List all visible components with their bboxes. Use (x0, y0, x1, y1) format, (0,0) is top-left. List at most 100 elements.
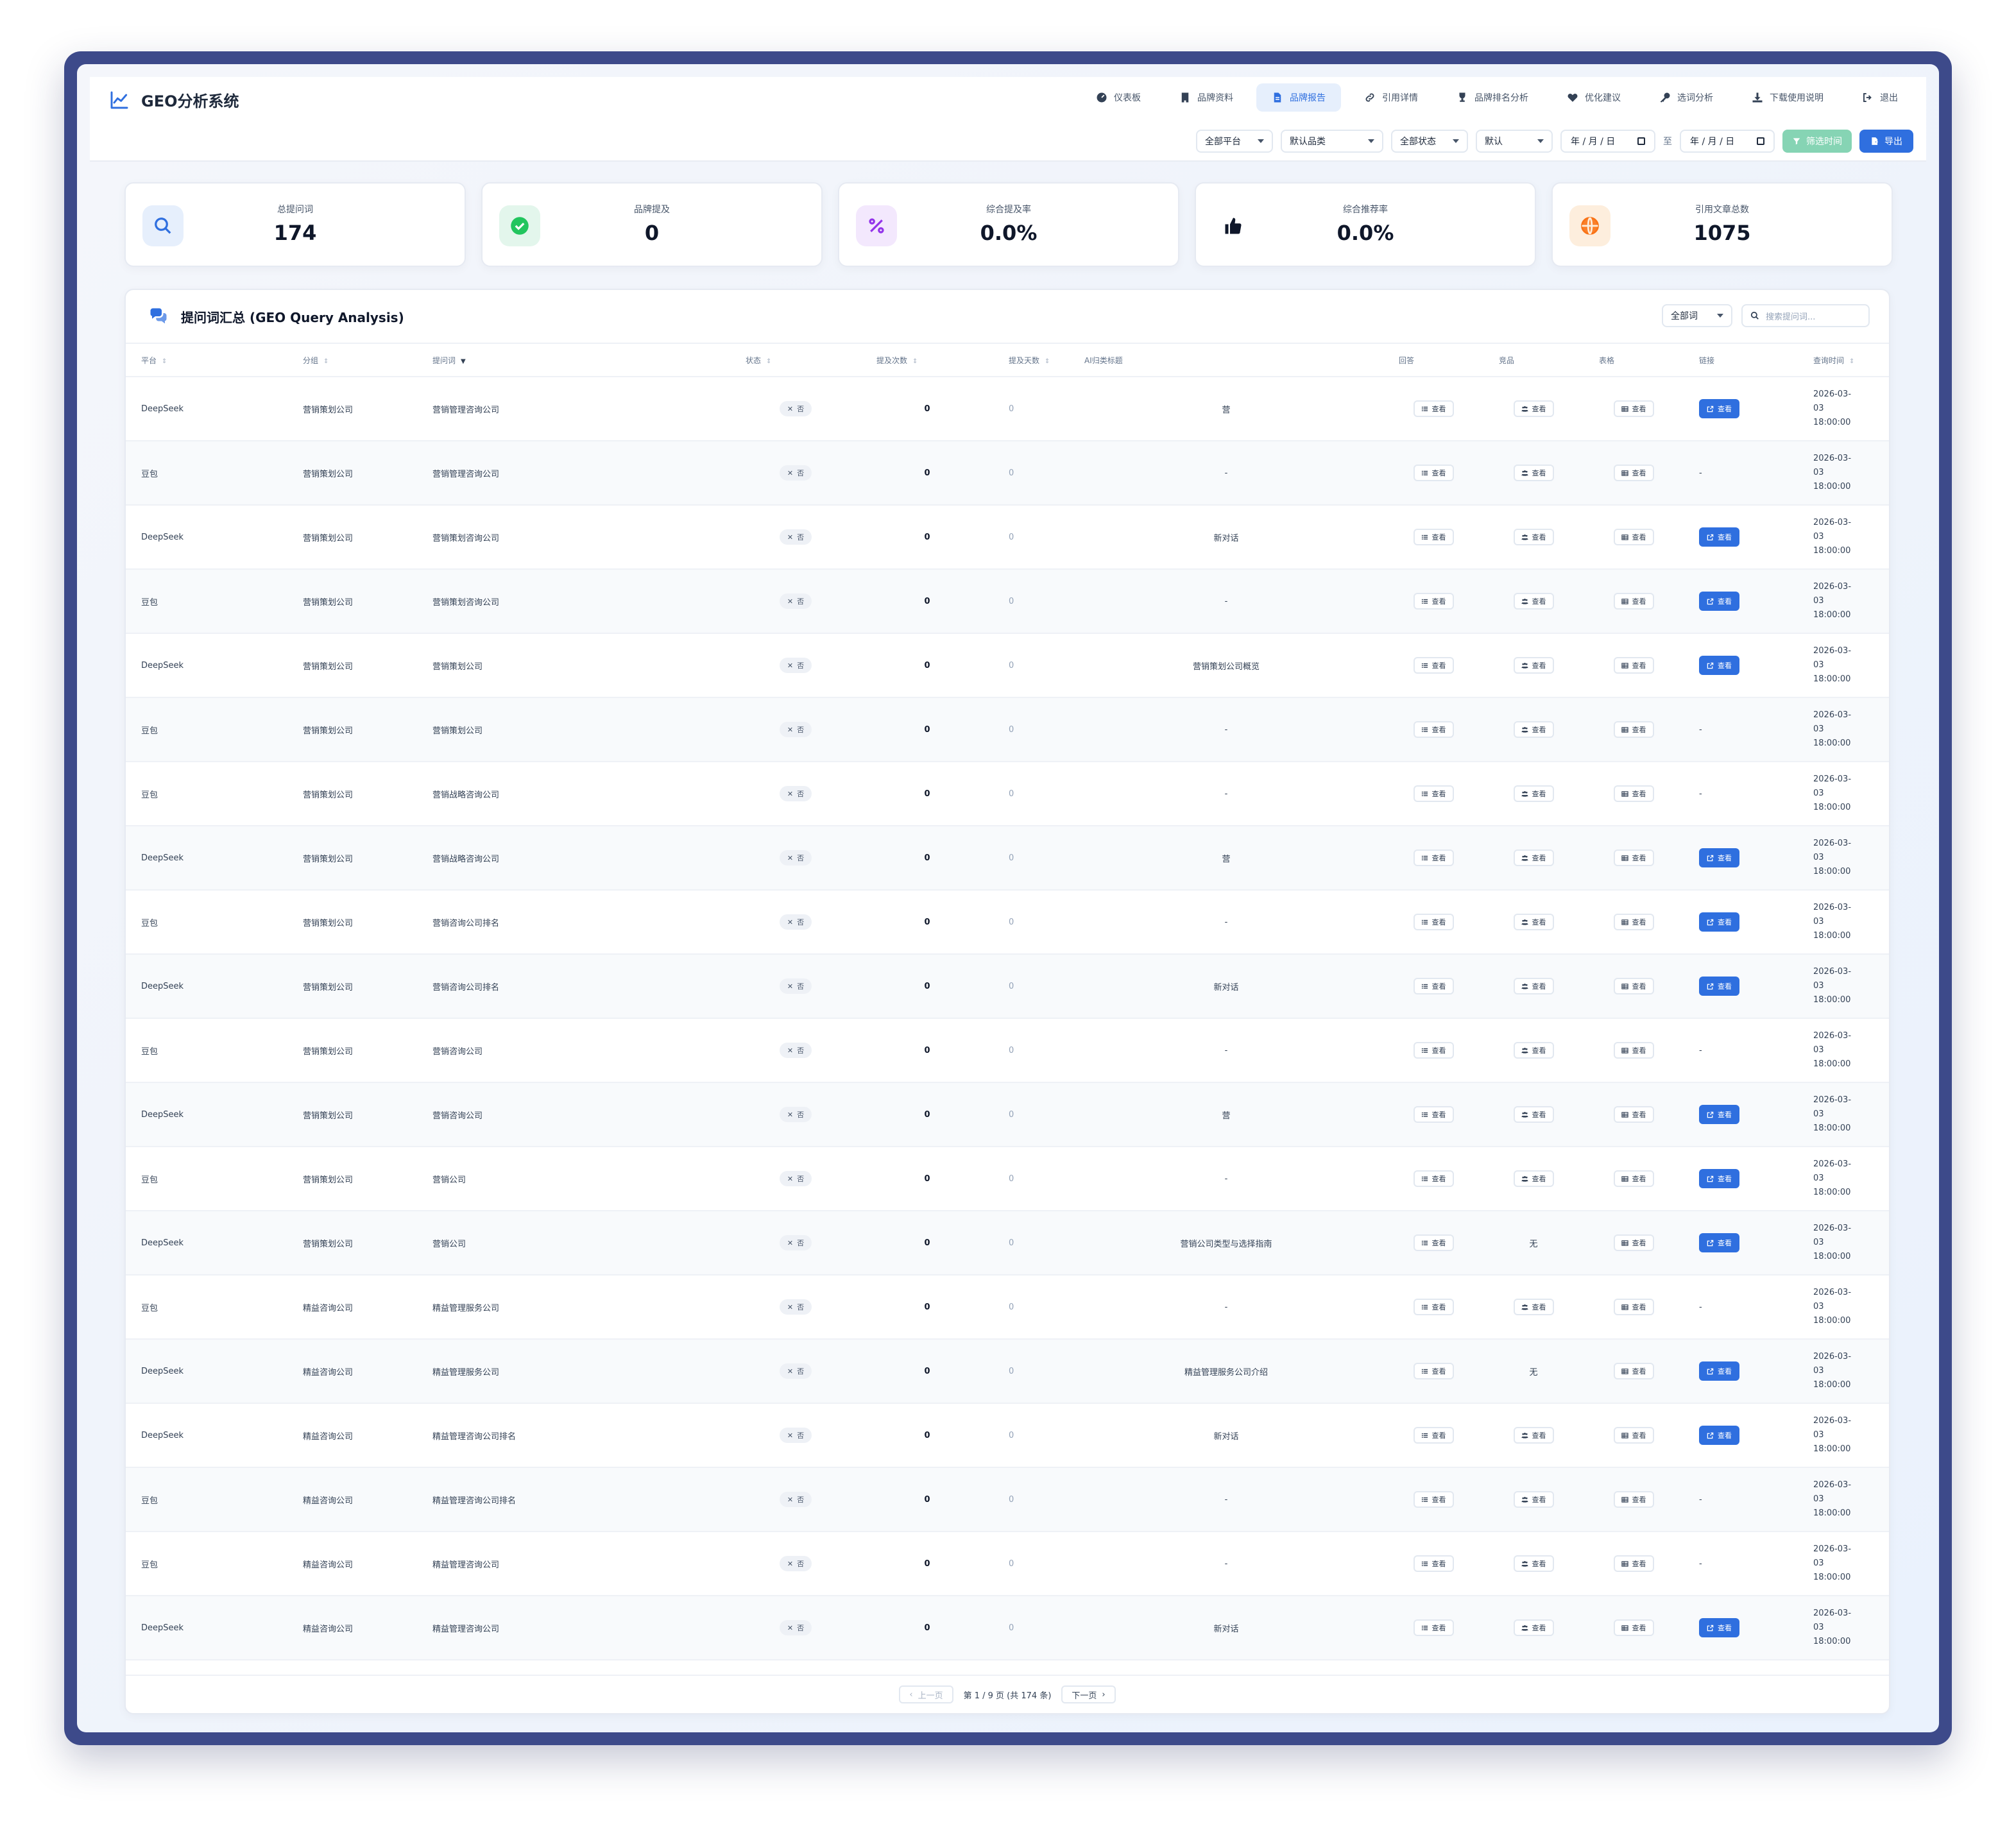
col-group[interactable]: 分组 ⇕ (287, 343, 417, 377)
competitors-view-button[interactable]: 查看 (1513, 914, 1554, 930)
answer-view-button[interactable]: 查看 (1413, 593, 1454, 610)
competitors-view-button[interactable]: 查看 (1513, 1042, 1554, 1059)
competitors-view-button[interactable]: 查看 (1513, 529, 1554, 545)
answer-view-button[interactable]: 查看 (1413, 529, 1454, 545)
category-select[interactable]: 默认品类 (1281, 130, 1383, 153)
competitors-view-button[interactable]: 查看 (1513, 1491, 1554, 1508)
open-link-button[interactable]: 查看 (1699, 1233, 1739, 1252)
answer-view-button[interactable]: 查看 (1413, 1170, 1454, 1187)
answer-view-button[interactable]: 查看 (1413, 1299, 1454, 1315)
sheet-view-button[interactable]: 查看 (1613, 593, 1654, 610)
competitors-view-button[interactable]: 查看 (1513, 1170, 1554, 1187)
open-link-button[interactable]: 查看 (1699, 848, 1739, 867)
competitors-view-button[interactable]: 查看 (1513, 978, 1554, 994)
sheet-view-button[interactable]: 查看 (1613, 914, 1654, 930)
sheet-view-button[interactable]: 查看 (1613, 721, 1654, 738)
competitors-view-button[interactable]: 查看 (1513, 1106, 1554, 1123)
competitors-view-button[interactable]: 查看 (1513, 657, 1554, 674)
competitors-view-button[interactable]: 查看 (1513, 1555, 1554, 1572)
nav-item-3[interactable]: 引用详情 (1349, 83, 1433, 112)
open-link-button[interactable]: 查看 (1699, 977, 1739, 996)
status-select[interactable]: 全部状态 (1391, 130, 1468, 153)
competitors-view-button[interactable]: 查看 (1513, 1619, 1554, 1636)
open-link-button[interactable]: 查看 (1699, 1618, 1739, 1637)
open-link-button[interactable]: 查看 (1699, 1361, 1739, 1381)
sheet-view-button[interactable]: 查看 (1613, 1427, 1654, 1444)
competitors-view-button[interactable]: 查看 (1513, 1299, 1554, 1315)
answer-view-button[interactable]: 查看 (1413, 465, 1454, 481)
sheet-view-button[interactable]: 查看 (1613, 465, 1654, 481)
open-link-button[interactable]: 查看 (1699, 1426, 1739, 1445)
col-time[interactable]: 查询时间 ⇕ (1813, 343, 1889, 377)
date-from-input[interactable]: 年 / 月 / 日 (1560, 130, 1655, 153)
platform-select[interactable]: 全部平台 (1196, 130, 1273, 153)
competitors-view-button[interactable]: 查看 (1513, 400, 1554, 417)
answer-view-button[interactable]: 查看 (1413, 657, 1454, 674)
sheet-view-button[interactable]: 查看 (1613, 1363, 1654, 1379)
nav-item-6[interactable]: 选词分析 (1644, 83, 1729, 112)
sheet-view-button[interactable]: 查看 (1613, 1299, 1654, 1315)
col-platform[interactable]: 平台 ⇕ (126, 343, 287, 377)
sheet-view-button[interactable]: 查看 (1613, 1170, 1654, 1187)
next-page-button[interactable]: 下一页 › (1061, 1685, 1116, 1703)
competitors-view-button[interactable]: 查看 (1513, 465, 1554, 481)
competitors-view-button[interactable]: 查看 (1513, 721, 1554, 738)
sheet-view-button[interactable]: 查看 (1613, 1555, 1654, 1572)
answer-view-button[interactable]: 查看 (1413, 1106, 1454, 1123)
sheet-view-button[interactable]: 查看 (1613, 1042, 1654, 1059)
answer-view-button[interactable]: 查看 (1413, 1555, 1454, 1572)
nav-item-4[interactable]: 品牌排名分析 (1441, 83, 1544, 112)
sheet-view-button[interactable]: 查看 (1613, 657, 1654, 674)
col-query[interactable]: 提问词 ▼ (417, 343, 730, 377)
users-icon (1521, 919, 1528, 926)
competitors-view-button[interactable]: 查看 (1513, 785, 1554, 802)
answer-view-button[interactable]: 查看 (1413, 849, 1454, 866)
sheet-view-button[interactable]: 查看 (1613, 785, 1654, 802)
sheet-view-button[interactable]: 查看 (1613, 400, 1654, 417)
nav-item-0[interactable]: 仪表板 (1081, 83, 1156, 112)
open-link-button[interactable]: 查看 (1699, 656, 1739, 675)
sheet-view-button[interactable]: 查看 (1613, 1234, 1654, 1251)
answer-view-button[interactable]: 查看 (1413, 914, 1454, 930)
answer-view-button[interactable]: 查看 (1413, 785, 1454, 802)
competitors-view-button[interactable]: 查看 (1513, 1427, 1554, 1444)
filter-time-button[interactable]: 筛选时间 (1782, 130, 1852, 153)
answer-view-button[interactable]: 查看 (1413, 721, 1454, 738)
answer-view-button[interactable]: 查看 (1413, 978, 1454, 994)
answer-view-button[interactable]: 查看 (1413, 1427, 1454, 1444)
answer-view-button[interactable]: 查看 (1413, 1491, 1454, 1508)
sheet-view-button[interactable]: 查看 (1613, 1619, 1654, 1636)
competitors-view-button[interactable]: 查看 (1513, 593, 1554, 610)
open-link-button[interactable]: 查看 (1699, 527, 1739, 547)
open-link-button[interactable]: 查看 (1699, 1105, 1739, 1124)
sort-select[interactable]: 默认 (1476, 130, 1553, 153)
sheet-view-button[interactable]: 查看 (1613, 849, 1654, 866)
export-button[interactable]: 导出 (1859, 130, 1913, 153)
nav-item-5[interactable]: 优化建议 (1551, 83, 1636, 112)
answer-view-button[interactable]: 查看 (1413, 1619, 1454, 1636)
open-link-button[interactable]: 查看 (1699, 912, 1739, 932)
competitors-view-button[interactable]: 查看 (1513, 849, 1554, 866)
nav-item-1[interactable]: 品牌资料 (1164, 83, 1249, 112)
answer-view-button[interactable]: 查看 (1413, 400, 1454, 417)
nav-item-7[interactable]: 下载使用说明 (1736, 83, 1839, 112)
answer-view-button[interactable]: 查看 (1413, 1042, 1454, 1059)
sheet-view-button[interactable]: 查看 (1613, 529, 1654, 545)
col-mentions[interactable]: 提及次数 ⇕ (861, 343, 993, 377)
search-input[interactable]: 搜索提问词... (1741, 304, 1870, 327)
sheet-view-button[interactable]: 查看 (1613, 1491, 1654, 1508)
nav-item-8[interactable]: 退出 (1847, 83, 1913, 112)
sheet-view-button[interactable]: 查看 (1613, 978, 1654, 994)
open-link-button[interactable]: 查看 (1699, 399, 1739, 418)
col-days[interactable]: 提及天数 ⇕ (993, 343, 1069, 377)
prev-page-button[interactable]: ‹ 上一页 (899, 1685, 953, 1703)
date-to-input[interactable]: 年 / 月 / 日 (1680, 130, 1775, 153)
answer-view-button[interactable]: 查看 (1413, 1234, 1454, 1251)
scope-select[interactable]: 全部词 (1662, 304, 1732, 327)
col-status[interactable]: 状态 ⇕ (730, 343, 861, 377)
open-link-button[interactable]: 查看 (1699, 592, 1739, 611)
sheet-view-button[interactable]: 查看 (1613, 1106, 1654, 1123)
open-link-button[interactable]: 查看 (1699, 1169, 1739, 1188)
answer-view-button[interactable]: 查看 (1413, 1363, 1454, 1379)
nav-item-2[interactable]: 品牌报告 (1256, 83, 1341, 112)
